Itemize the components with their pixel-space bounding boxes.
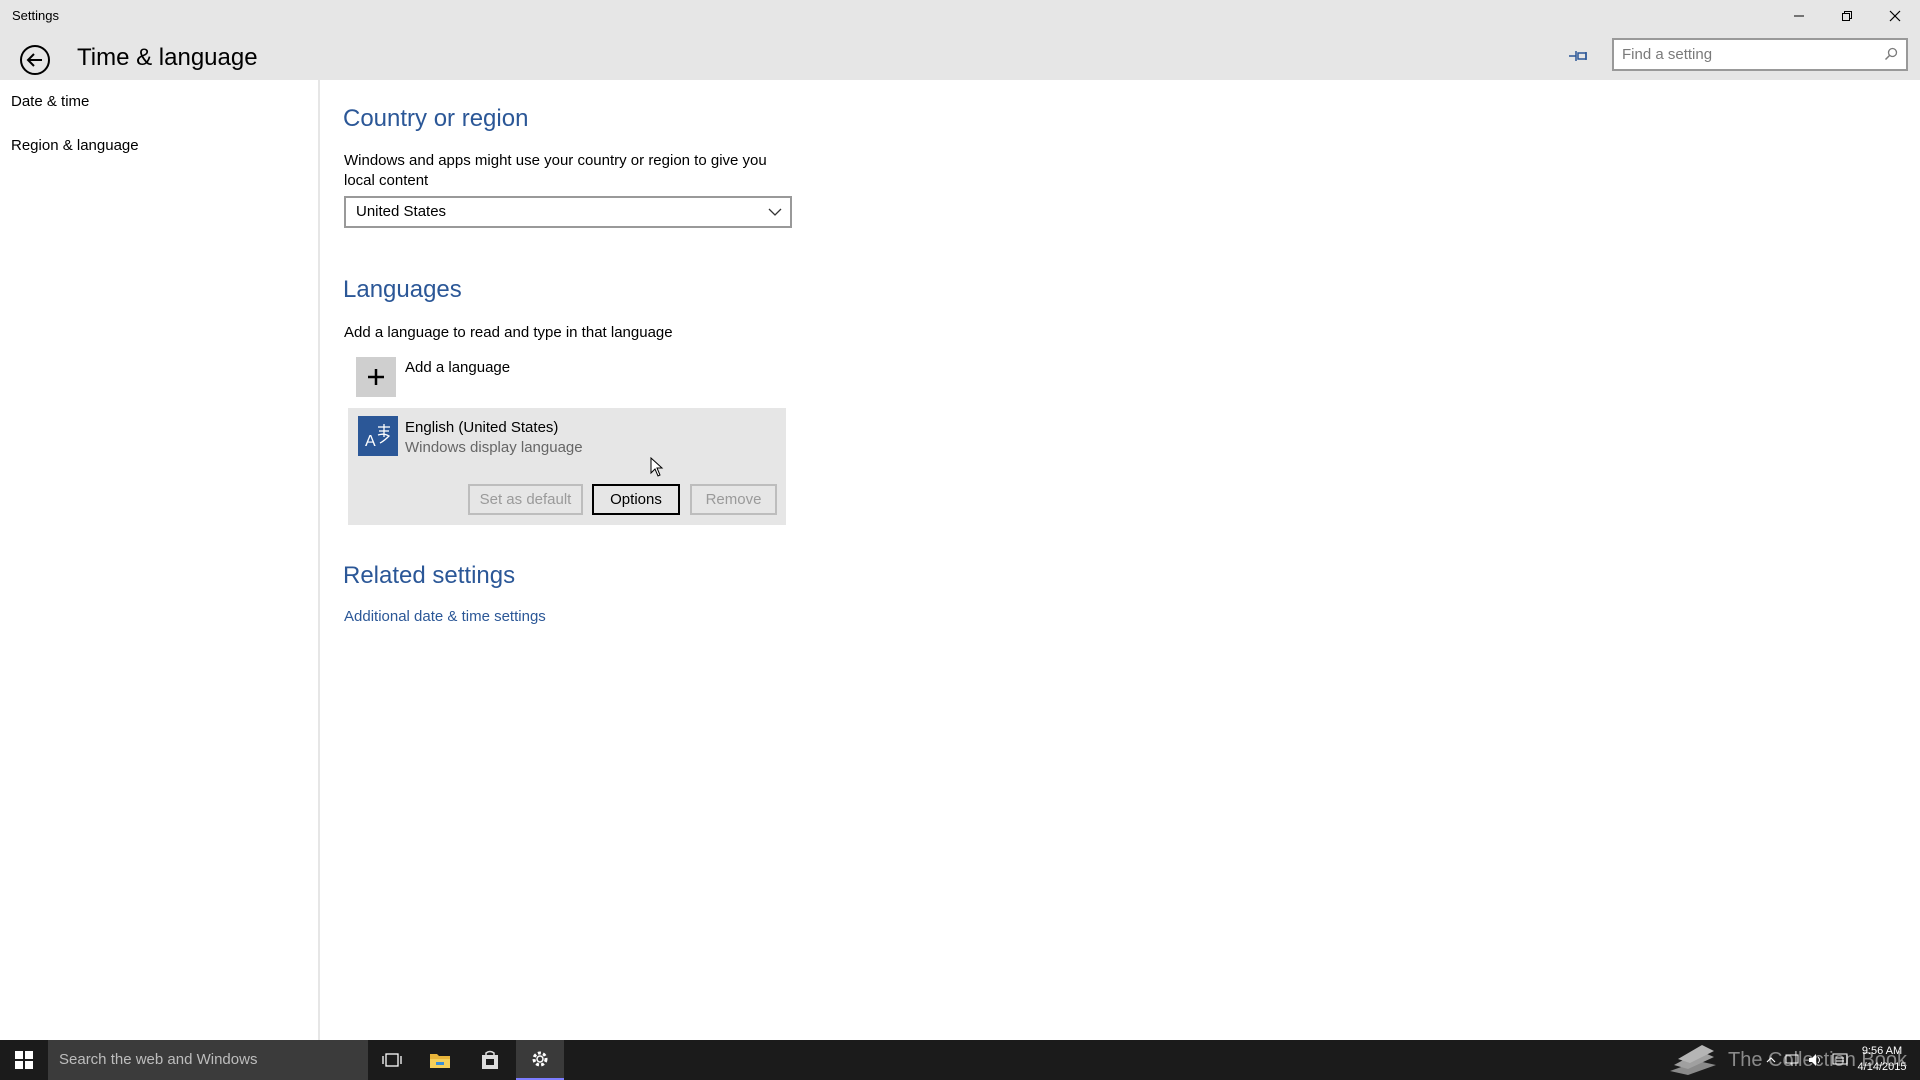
search-box[interactable]: [1612, 38, 1908, 71]
task-view-button[interactable]: [368, 1040, 416, 1080]
back-button[interactable]: [17, 42, 53, 78]
folder-icon: [430, 1054, 450, 1068]
file-explorer-button[interactable]: [416, 1040, 464, 1080]
search-input[interactable]: [1614, 46, 1874, 63]
additional-date-time-settings-link[interactable]: Additional date & time settings: [344, 608, 546, 625]
related-settings-heading: Related settings: [343, 562, 516, 589]
chevron-up-icon[interactable]: [1766, 1056, 1776, 1064]
set-as-default-button[interactable]: Set as default: [468, 484, 583, 515]
add-language-button[interactable]: Add a language: [356, 357, 656, 399]
sidebar-item-region-language[interactable]: Region & language: [0, 126, 318, 166]
network-icon[interactable]: [1784, 1053, 1800, 1067]
store-button[interactable]: [466, 1040, 514, 1080]
country-heading: Country or region: [343, 105, 529, 132]
back-arrow-icon: [20, 45, 50, 75]
windows-logo-icon: [15, 1051, 33, 1069]
plus-icon: [356, 357, 396, 397]
sidebar-nav: Date & time Region & language: [0, 80, 320, 1040]
add-language-label: Add a language: [405, 359, 511, 376]
taskbar-search-box[interactable]: Search the web and Windows: [48, 1040, 368, 1080]
mouse-cursor-icon: [650, 457, 664, 477]
taskbar-clock[interactable]: 9:56 AM 4/14/2015: [1850, 1043, 1914, 1075]
country-description: Windows and apps might use your country …: [344, 152, 767, 189]
volume-icon[interactable]: [1808, 1053, 1824, 1067]
search-icon: [1884, 47, 1898, 61]
pin-icon: [1569, 51, 1587, 61]
taskbar: Search the web and Windows The Collectio…: [0, 1040, 1920, 1080]
pin-button[interactable]: [1564, 44, 1594, 68]
country-selected-value: United States: [356, 203, 447, 220]
language-subtitle: Windows display language: [405, 439, 583, 456]
restore-icon: [1842, 11, 1852, 21]
options-button[interactable]: Options: [592, 484, 680, 515]
action-center-icon[interactable]: [1832, 1053, 1848, 1067]
settings-taskbar-button[interactable]: [516, 1040, 564, 1080]
svg-text:A: A: [365, 433, 376, 450]
languages-heading: Languages: [343, 276, 462, 303]
sidebar-item-date-time[interactable]: Date & time: [0, 82, 318, 122]
remove-button[interactable]: Remove: [690, 484, 777, 515]
languages-description: Add a language to read and type in that …: [344, 324, 673, 341]
system-tray: [1748, 1040, 1848, 1080]
gear-icon: [532, 1051, 548, 1067]
close-icon: [1889, 10, 1901, 22]
title-bar: Settings: [0, 0, 1920, 32]
window-title: Settings: [12, 8, 59, 23]
book-icon: [1670, 1045, 1716, 1075]
chevron-down-icon: [768, 208, 782, 216]
clock-date: 4/14/2015: [1857, 1061, 1907, 1073]
store-icon: [482, 1050, 498, 1069]
settings-header: Time & language: [0, 32, 1920, 80]
minimize-button[interactable]: [1776, 0, 1822, 32]
language-name: English (United States): [405, 419, 559, 436]
language-item-english-us[interactable]: A English (United States) Windows displa…: [348, 408, 786, 525]
task-view-icon: [382, 1053, 402, 1067]
page-title: Time & language: [77, 44, 258, 71]
restore-button[interactable]: [1824, 0, 1870, 32]
close-button[interactable]: [1872, 0, 1918, 32]
minimize-icon: [1794, 15, 1804, 17]
start-button[interactable]: [0, 1040, 48, 1080]
main-content: Country or region Windows and apps might…: [320, 80, 1920, 1040]
country-dropdown[interactable]: United States: [344, 196, 792, 228]
clock-time: 9:56 AM: [1861, 1045, 1903, 1057]
language-icon: A: [358, 416, 398, 456]
